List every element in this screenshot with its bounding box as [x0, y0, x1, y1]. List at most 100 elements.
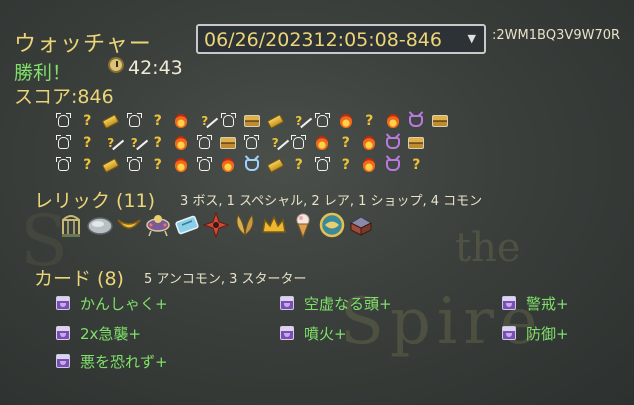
monster-icon — [56, 113, 72, 127]
path-node[interactable] — [170, 110, 194, 132]
path-node[interactable] — [311, 110, 335, 132]
path-node[interactable] — [334, 110, 358, 132]
path-node[interactable] — [193, 132, 217, 154]
crown-icon[interactable] — [259, 210, 288, 240]
path-node[interactable] — [240, 154, 264, 176]
path-node[interactable]: ? — [193, 110, 217, 132]
relic-list — [56, 210, 375, 240]
path-node[interactable]: ? — [146, 132, 170, 154]
elite-gold-icon — [266, 157, 284, 173]
path-node[interactable] — [170, 154, 194, 176]
path-node[interactable]: ? — [76, 110, 100, 132]
elite-gold-icon — [102, 113, 120, 129]
seed-value: 2WM1BQ3V9W70R — [496, 28, 621, 43]
run-result: 勝利！ — [14, 62, 72, 84]
path-node[interactable]: ? — [334, 154, 358, 176]
path-node[interactable] — [52, 132, 76, 154]
attack-card-icon — [280, 326, 294, 340]
path-node[interactable]: ? — [123, 132, 147, 154]
path-node[interactable]: ? — [287, 110, 311, 132]
path-node[interactable] — [287, 132, 311, 154]
rest-icon — [363, 158, 376, 172]
path-node[interactable]: ? — [334, 132, 358, 154]
path-node[interactable] — [99, 110, 123, 132]
card-entry[interactable]: かんしゃく+ — [56, 292, 168, 314]
path-node[interactable] — [264, 110, 288, 132]
path-node[interactable] — [311, 132, 335, 154]
run-selector-dropdown[interactable]: 06/26/202312:05:08-846 ▼ — [196, 24, 486, 54]
path-node[interactable] — [123, 110, 147, 132]
path-row: ????? — [52, 154, 452, 176]
path-node[interactable] — [311, 154, 335, 176]
ticket-icon[interactable] — [172, 210, 201, 240]
path-node[interactable] — [358, 132, 382, 154]
cage-icon[interactable] — [56, 210, 85, 240]
card-entry[interactable]: 防御+ — [502, 322, 569, 344]
path-node[interactable]: ? — [99, 132, 123, 154]
path-node[interactable]: ? — [76, 132, 100, 154]
path-node[interactable] — [52, 110, 76, 132]
path-node[interactable] — [217, 110, 241, 132]
path-node[interactable] — [381, 154, 405, 176]
seed-label: :2WM1BQ3V9W70R — [492, 28, 621, 43]
shuriken-icon[interactable] — [201, 210, 230, 240]
stone-icon[interactable] — [85, 210, 114, 240]
elite-blue-icon — [244, 159, 259, 171]
unknown-icon: ? — [153, 135, 162, 151]
unknown-shop-icon: ? — [130, 136, 138, 150]
chest-icon[interactable] — [346, 210, 375, 240]
path-node[interactable] — [405, 132, 429, 154]
path-node[interactable] — [240, 132, 264, 154]
path-node[interactable] — [358, 154, 382, 176]
path-node[interactable] — [170, 132, 194, 154]
path-node[interactable]: ? — [76, 154, 100, 176]
path-node[interactable]: ? — [146, 110, 170, 132]
skill-card-icon — [56, 296, 70, 310]
elite-gold-icon — [102, 157, 120, 173]
rest-icon — [316, 136, 329, 150]
path-node[interactable]: ? — [264, 132, 288, 154]
treasure-icon — [243, 115, 260, 127]
path-node[interactable] — [99, 154, 123, 176]
path-node[interactable]: ? — [146, 154, 170, 176]
path-node[interactable]: ? — [405, 154, 429, 176]
run-score: スコア:846 — [14, 86, 114, 108]
monster-icon — [56, 135, 72, 149]
elite-gold-icon — [266, 113, 284, 129]
ice-cream-icon[interactable] — [288, 210, 317, 240]
background-logo-the: the — [455, 225, 521, 271]
card-entry[interactable]: 噴火+ — [280, 322, 347, 344]
path-node[interactable] — [381, 110, 405, 132]
path-node[interactable] — [193, 154, 217, 176]
path-node[interactable] — [217, 154, 241, 176]
unknown-icon: ? — [153, 157, 162, 173]
card-name: 噴火+ — [304, 324, 347, 343]
card-entry[interactable]: 悪を恐れず+ — [56, 350, 168, 372]
path-node[interactable] — [428, 110, 452, 132]
card-name: 悪を恐れず+ — [80, 352, 168, 371]
leaves-icon[interactable] — [230, 210, 259, 240]
medallion-icon[interactable] — [317, 210, 346, 240]
monster-icon — [291, 135, 307, 149]
path-node[interactable]: ? — [358, 110, 382, 132]
path-node[interactable] — [123, 154, 147, 176]
card-name: 空虚なる頭+ — [304, 294, 392, 313]
path-node[interactable] — [381, 132, 405, 154]
path-node[interactable] — [240, 110, 264, 132]
path-node[interactable]: ? — [287, 154, 311, 176]
banana-icon[interactable] — [114, 210, 143, 240]
path-node[interactable] — [217, 132, 241, 154]
unknown-shop-icon: ? — [295, 114, 303, 128]
monster-icon — [56, 157, 72, 171]
unknown-icon: ? — [83, 113, 92, 129]
unknown-icon: ? — [365, 113, 374, 129]
run-time: 42:43 — [128, 57, 183, 79]
path-node[interactable] — [405, 110, 429, 132]
card-entry[interactable]: 警戒+ — [502, 292, 569, 314]
card-entry[interactable]: 空虚なる頭+ — [280, 292, 392, 314]
card-entry[interactable]: 2x急襲+ — [56, 322, 141, 344]
lantern-icon[interactable] — [143, 210, 172, 240]
path-node[interactable] — [52, 154, 76, 176]
path-node[interactable] — [264, 154, 288, 176]
unknown-shop-icon: ? — [107, 136, 115, 150]
